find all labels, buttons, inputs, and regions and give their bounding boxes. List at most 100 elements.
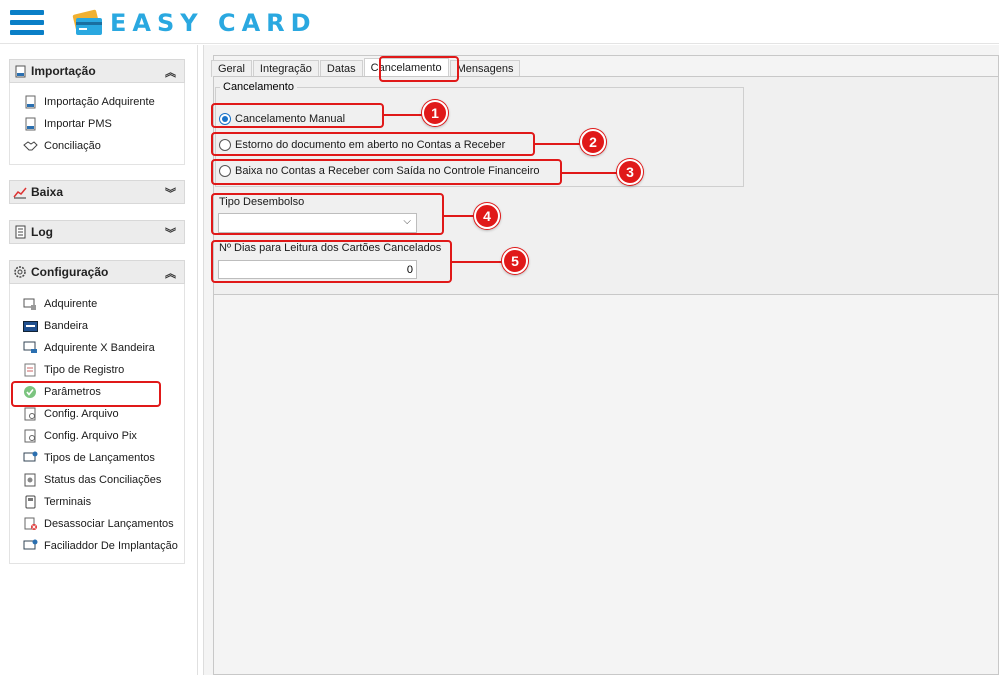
chevron-up-icon[interactable]: ︽ [165, 265, 176, 281]
groupbox-title: Cancelamento [220, 81, 297, 93]
sidebar-item-config-arquivo-pix[interactable]: Config. Arquivo Pix [22, 427, 137, 445]
document-remove-icon [22, 516, 38, 532]
section-configuracao-label: Configuração [31, 265, 109, 279]
tab-bar: Geral Integração Datas Cancelamento Mens… [211, 58, 521, 77]
sidebar-item-adquirente-x-bandeira[interactable]: Adquirente X Bandeira [22, 339, 155, 357]
callout-connector [535, 143, 581, 145]
handshake-icon [22, 138, 38, 154]
menu-icon[interactable] [10, 10, 44, 36]
sidebar: Importação ︽ Importação Adquirente Impor… [0, 45, 198, 675]
section-baixa-header[interactable]: Baixa ︾ [9, 180, 185, 204]
dias-leitura-input[interactable] [218, 260, 417, 279]
sidebar-item-label: Parâmetros [44, 386, 101, 398]
section-configuracao-header[interactable]: Configuração ︽ [9, 260, 185, 284]
pos-terminal-icon [22, 494, 38, 510]
sidebar-item-label: Tipo de Registro [44, 364, 125, 376]
sidebar-item-conciliacao[interactable]: Conciliação [22, 137, 101, 155]
sidebar-item-status-das-conciliacoes[interactable]: Status das Conciliações [22, 471, 161, 489]
credit-card-logo-icon [72, 9, 102, 35]
sidebar-item-desassociar-lancamentos[interactable]: Desassociar Lançamentos [22, 515, 174, 533]
sidebar-item-label: Conciliação [44, 140, 101, 152]
sidebar-item-label: Faciliaddor De Implantação [44, 540, 178, 552]
sidebar-item-tipos-de-lancamentos[interactable]: Tipos de Lançamentos [22, 449, 155, 467]
monitor-info-icon [22, 538, 38, 554]
sidebar-item-parametros[interactable]: Parâmetros [22, 383, 101, 401]
tab-mensagens[interactable]: Mensagens [449, 60, 521, 77]
sidebar-item-tipo-de-registro[interactable]: Tipo de Registro [22, 361, 124, 379]
sidebar-item-label: Status das Conciliações [44, 474, 162, 486]
chevron-down-icon[interactable]: ︾ [165, 225, 176, 241]
radio-baixa-contas-receber[interactable]: Baixa no Contas a Receber com Saída no C… [219, 163, 540, 179]
document-icon [22, 116, 38, 132]
section-log-header[interactable]: Log ︾ [9, 220, 185, 244]
app-header: EASY CARD [0, 0, 999, 44]
callout-1: 1 [422, 100, 448, 126]
tipo-desembolso-label: Tipo Desembolso [219, 196, 305, 208]
chevron-down-icon[interactable]: ︾ [165, 185, 176, 201]
sidebar-item-label: Desassociar Lançamentos [44, 518, 174, 530]
tab-datas[interactable]: Datas [319, 60, 363, 77]
chevron-up-icon[interactable]: ︽ [165, 64, 176, 80]
radio-checked-icon [219, 113, 231, 125]
page-icon [22, 362, 38, 378]
callout-4: 4 [474, 203, 500, 229]
callout-connector [452, 261, 502, 263]
tab-geral[interactable]: Geral [211, 60, 252, 77]
sidebar-item-label: Importação Adquirente [44, 96, 155, 108]
sidebar-item-label: Tipos de Lançamentos [44, 452, 155, 464]
callout-2: 2 [580, 129, 606, 155]
section-importacao-header[interactable]: Importação ︽ [9, 59, 185, 83]
sidebar-item-label: Adquirente X Bandeira [44, 342, 155, 354]
tab-cancelamento[interactable]: Cancelamento [363, 58, 449, 77]
sidebar-item-label: Adquirente [44, 298, 98, 310]
tab-integracao[interactable]: Integração [252, 60, 319, 77]
sidebar-item-importacao-adquirente[interactable]: Importação Adquirente [22, 93, 155, 111]
sidebar-item-bandeira[interactable]: Bandeira [22, 317, 88, 335]
radio-label: Baixa no Contas a Receber com Saída no C… [235, 165, 540, 177]
callout-5: 5 [502, 248, 528, 274]
radio-unchecked-icon [219, 165, 231, 177]
sidebar-item-facilitador-de-implantacao[interactable]: Faciliaddor De Implantação [22, 537, 178, 555]
callout-3: 3 [617, 159, 643, 185]
section-configuracao-body: Adquirente Bandeira Adquirente X Bandeir… [9, 284, 185, 564]
section-importacao-body: Importação Adquirente Importar PMS Conci… [9, 83, 185, 165]
section-log-label: Log [31, 225, 53, 239]
file-settings-icon [22, 406, 38, 422]
card-brand-icon [22, 318, 38, 334]
import-icon [13, 64, 27, 78]
sidebar-item-config-arquivo[interactable]: Config. Arquivo [22, 405, 119, 423]
callout-connector [444, 215, 474, 217]
logo-text: EASY CARD [110, 9, 317, 37]
logo: EASY CARD [70, 6, 317, 40]
radio-label: Cancelamento Manual [235, 113, 346, 125]
gear-icon [13, 265, 27, 279]
status-document-icon [22, 472, 38, 488]
sidebar-item-label: Config. Arquivo Pix [44, 430, 137, 442]
sidebar-item-adquirente[interactable]: Adquirente [22, 295, 97, 313]
dias-leitura-label: Nº Dias para Leitura dos Cartões Cancela… [219, 242, 442, 254]
document-icon [22, 94, 38, 110]
log-icon [13, 225, 27, 239]
monitor-card-icon [22, 340, 38, 356]
sidebar-item-label: Config. Arquivo [44, 408, 119, 420]
monitor-info-icon [22, 450, 38, 466]
section-importacao-label: Importação [31, 64, 96, 78]
file-settings-icon [22, 428, 38, 444]
radio-cancelamento-manual[interactable]: Cancelamento Manual [219, 111, 345, 127]
chevron-down-icon: ⌵ [403, 216, 411, 227]
sidebar-item-label: Importar PMS [44, 118, 112, 130]
radio-label: Estorno do documento em aberto no Contas… [235, 139, 506, 151]
sidebar-item-terminais[interactable]: Terminais [22, 493, 91, 511]
sidebar-item-importar-pms[interactable]: Importar PMS [22, 115, 112, 133]
radio-unchecked-icon [219, 139, 231, 151]
tipo-desembolso-select[interactable]: ⌵ [218, 213, 417, 233]
callout-connector [384, 114, 422, 116]
section-baixa-label: Baixa [31, 185, 64, 199]
check-circle-icon [22, 384, 38, 400]
sidebar-item-label: Terminais [44, 496, 92, 508]
radio-estorno-documento[interactable]: Estorno do documento em aberto no Contas… [219, 137, 505, 153]
chart-icon [13, 185, 27, 199]
terminal-icon [22, 296, 38, 312]
callout-connector [562, 172, 618, 174]
sidebar-item-label: Bandeira [44, 320, 89, 332]
